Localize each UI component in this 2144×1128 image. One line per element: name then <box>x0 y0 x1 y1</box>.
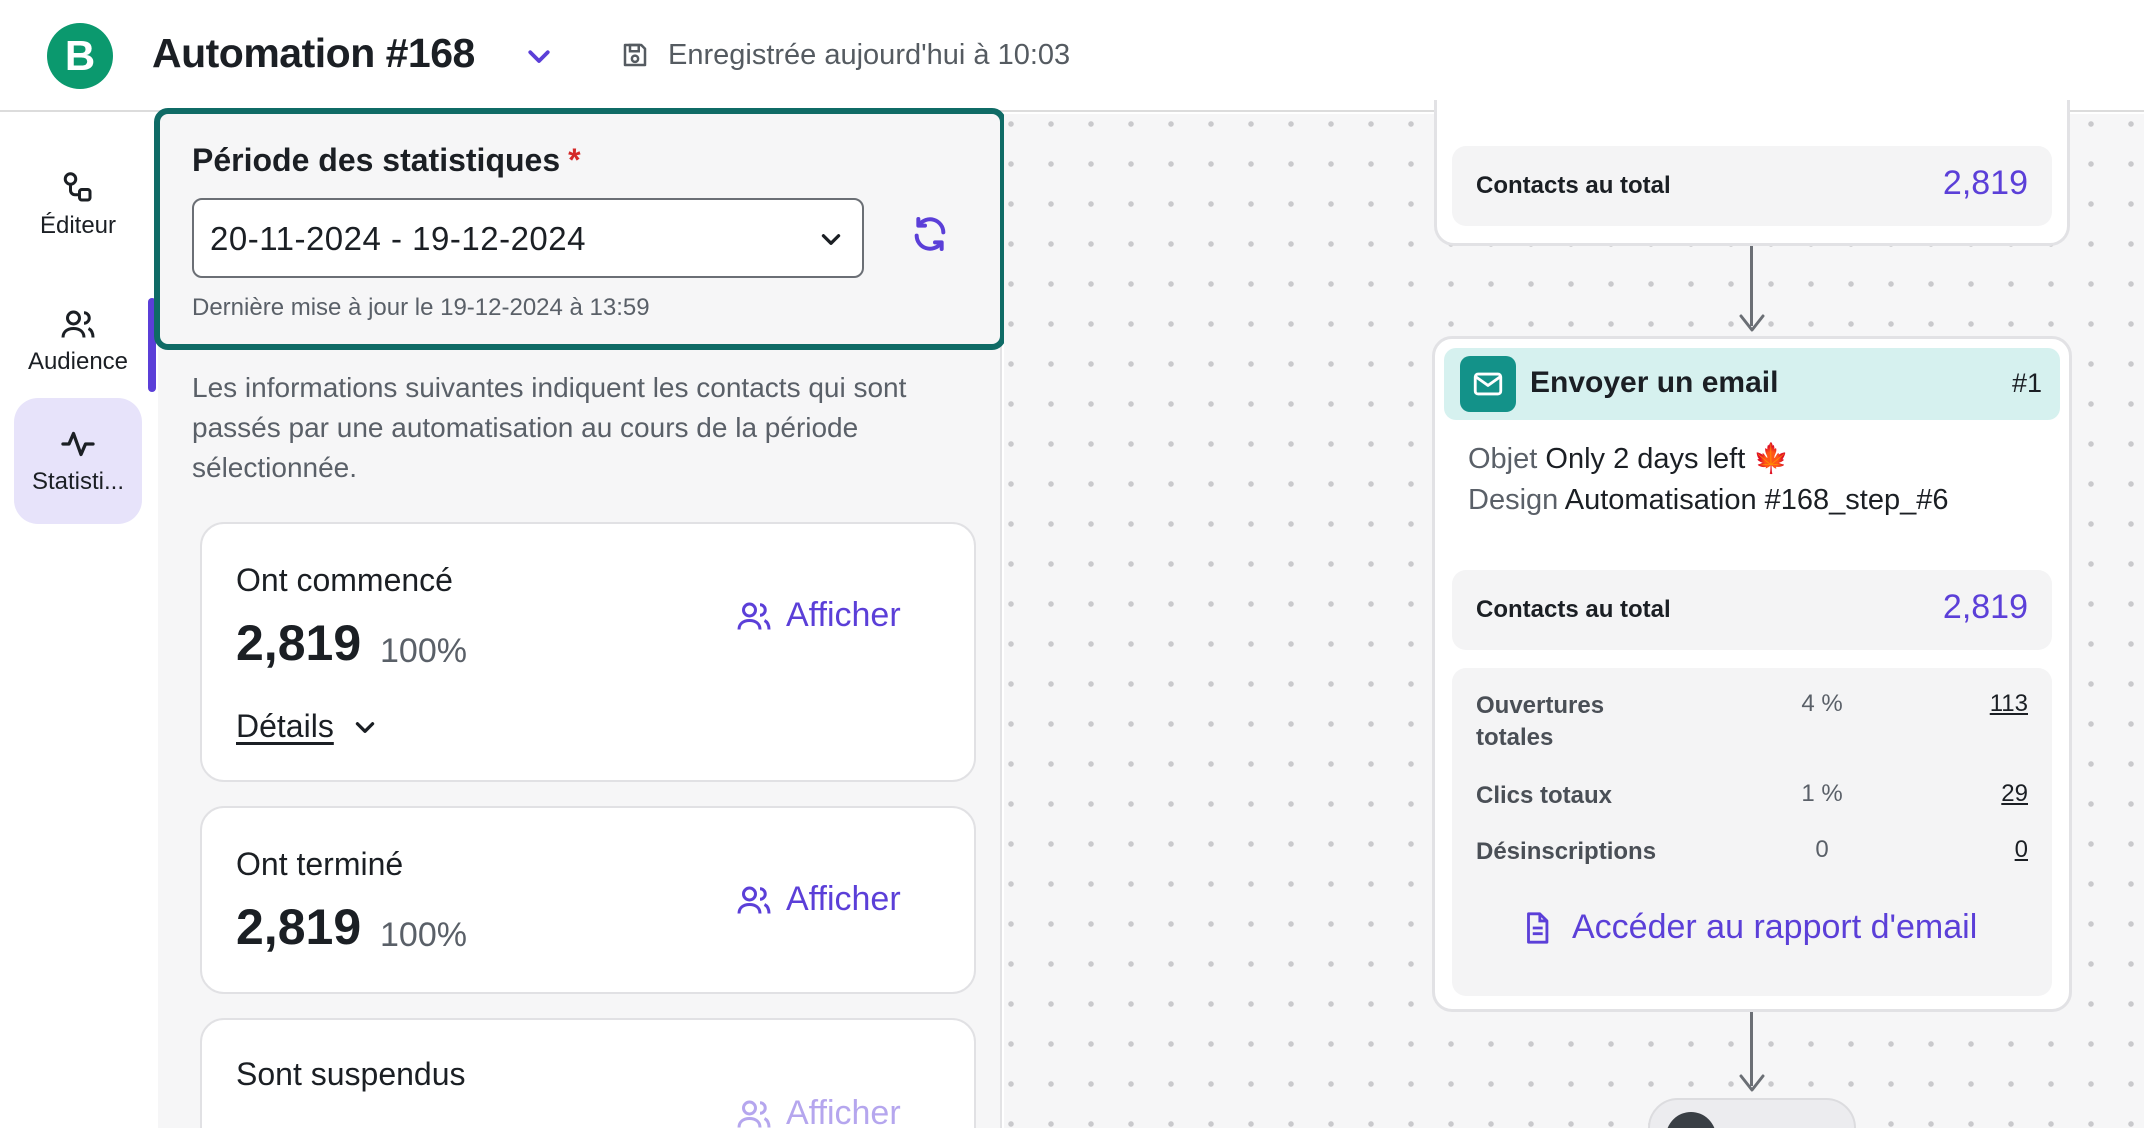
contacts-total-value: 2,819 <box>1942 164 2028 202</box>
automation-title: Automation #168 <box>152 30 475 76</box>
users-icon <box>737 886 771 914</box>
stat-label: Ont commencé <box>236 562 453 598</box>
email-report-label: Accéder au rapport d'email <box>1572 908 1978 946</box>
required-mark: * <box>568 142 581 178</box>
users-icon <box>737 1100 771 1128</box>
stat-percent: 100% <box>380 632 467 670</box>
metric-label: Ouvertures totales <box>1476 692 1605 751</box>
subject-value: Only 2 days left 🍁 <box>1545 443 1790 475</box>
email-node-number: #1 <box>2011 368 2042 398</box>
users-icon <box>61 310 95 338</box>
left-navigation-rail: Éditeur Audience Statisti... <box>0 114 158 1128</box>
email-node-title: Envoyer un email <box>1530 366 1779 399</box>
details-toggle[interactable]: Détails <box>236 708 378 745</box>
email-design: Design Automatisation #168_step_#6 <box>1468 484 1948 517</box>
workflow-icon <box>63 172 92 202</box>
stat-percent: 100% <box>380 916 467 954</box>
design-label: Design <box>1468 484 1559 516</box>
mail-icon <box>1460 356 1516 412</box>
metric-label: Désinscriptions <box>1476 838 1657 865</box>
email-report-link[interactable]: Accéder au rapport d'email <box>1520 908 1977 947</box>
show-button-label: Afficher <box>786 880 901 918</box>
chevron-down-icon <box>355 721 375 733</box>
rail-label-audience: Audience <box>27 348 129 375</box>
subject-label: Objet <box>1468 443 1538 475</box>
email-subject: Objet Only 2 days left 🍁 <box>1468 442 1789 476</box>
metric-percent: 1 % <box>1801 780 1843 807</box>
refresh-icon[interactable] <box>910 214 950 254</box>
stat-card-suspended: Sont suspendus Afficher <box>200 1018 976 1128</box>
statistics-intro: Les informations suivantes indiquent les… <box>192 372 907 483</box>
contacts-total-row: Contacts au total 2,819 <box>1452 570 2052 650</box>
chevron-down-icon[interactable] <box>524 41 554 71</box>
rail-label-statistics: Statisti... <box>31 468 125 495</box>
save-icon <box>623 43 647 67</box>
chevron-down-icon <box>821 234 841 245</box>
show-button-label: Afficher <box>786 596 901 634</box>
date-range-value: 20-11-2024 - 19-12-2024 <box>210 220 586 257</box>
show-contacts-button[interactable]: Afficher <box>736 596 901 635</box>
brevo-logo[interactable]: B <box>47 23 113 89</box>
rail-item-statistics[interactable]: Statisti... <box>14 398 142 524</box>
metric-percent: 0 <box>1815 836 1829 863</box>
show-contacts-button[interactable]: Afficher <box>736 1094 901 1128</box>
save-status: Enregistrée aujourd'hui à 10:03 <box>668 39 1071 71</box>
stat-value: 2,819 <box>236 899 362 955</box>
logo-letter: B <box>64 32 96 79</box>
period-label: Période des statistiques * <box>192 142 581 179</box>
rail-item-editor[interactable]: Éditeur <box>14 142 142 268</box>
date-range-select[interactable]: 20-11-2024 - 19-12-2024 <box>192 198 864 278</box>
stat-card-completed: Ont terminé 2,819 100% Afficher <box>200 806 976 994</box>
document-icon <box>1527 911 1549 944</box>
last-updated-text: Dernière mise à jour le 19-12-2024 à 13:… <box>192 294 650 321</box>
stat-value: 2,819 <box>236 615 362 671</box>
period-selector-card: Période des statistiques * 20-11-2024 - 1… <box>154 108 1006 350</box>
contacts-total-label: Contacts au total <box>1476 172 1671 199</box>
contacts-total-label: Contacts au total <box>1476 596 1671 623</box>
email-node-header: Envoyer un email #1 <box>1444 348 2060 420</box>
metric-value-link[interactable]: 0 <box>2015 836 2028 864</box>
show-button-label: Afficher <box>786 1094 901 1128</box>
arrow-down-icon <box>1739 314 1765 332</box>
activity-icon <box>61 431 95 457</box>
step-icon <box>1666 1112 1716 1128</box>
metric-value-link[interactable]: 113 <box>1990 690 2028 718</box>
period-label-text: Période des statistiques <box>192 142 561 178</box>
design-value: Automatisation #168_step_#6 <box>1564 484 1949 516</box>
show-contacts-button[interactable]: Afficher <box>736 880 901 919</box>
metric-value-link[interactable]: 29 <box>2001 780 2028 808</box>
metric-percent: 4 % <box>1801 690 1843 717</box>
rail-label-editor: Éditeur <box>39 212 117 239</box>
top-header: B Automation #168 Enregistrée aujourd'hu… <box>0 0 2144 112</box>
details-label: Détails <box>236 708 334 744</box>
stat-card-started: Ont commencé 2,819 100% Afficher Détails <box>200 522 976 782</box>
contacts-total-row: Contacts au total 2,819 <box>1452 146 2052 226</box>
next-step-node[interactable] <box>1648 1098 1856 1128</box>
stat-label: Sont suspendus <box>236 1056 466 1092</box>
rail-item-audience[interactable]: Audience <box>14 278 142 404</box>
metric-label: Clics totaux <box>1476 782 1613 809</box>
stat-label: Ont terminé <box>236 846 404 882</box>
users-icon <box>737 602 771 630</box>
arrow-down-icon <box>1739 1074 1765 1092</box>
contacts-total-value: 2,819 <box>1942 588 2028 626</box>
